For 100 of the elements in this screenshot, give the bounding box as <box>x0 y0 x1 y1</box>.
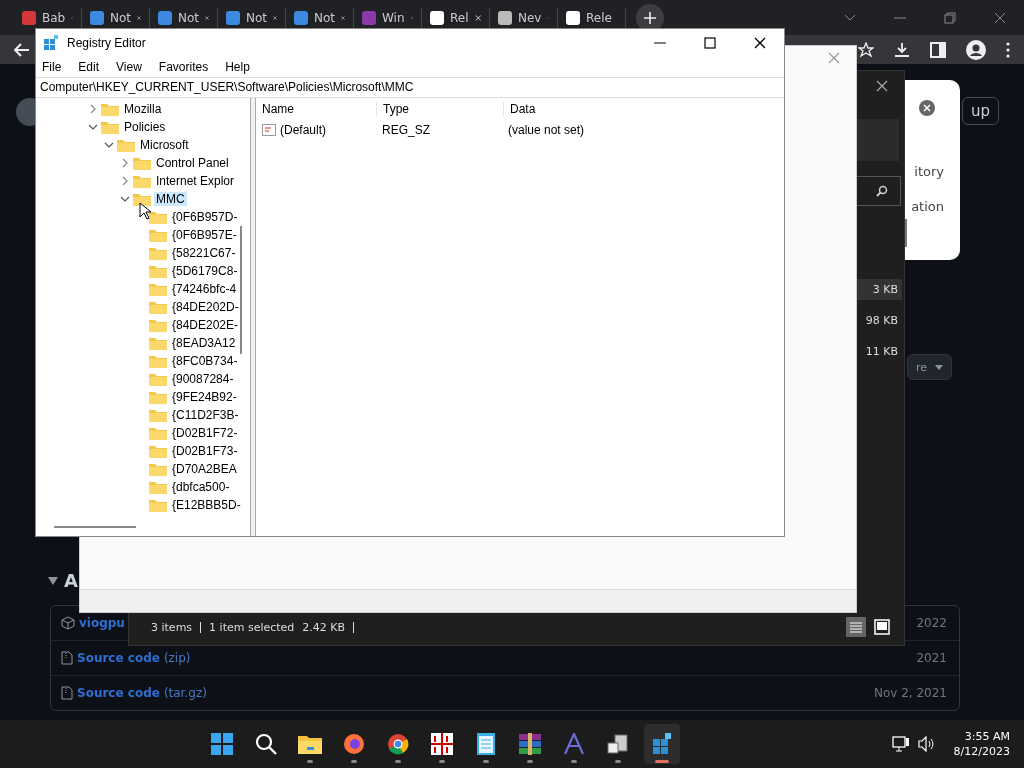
tree-item[interactable]: {0F6B957D- <box>170 210 240 224</box>
tree-item[interactable]: Internet Explor <box>154 174 237 188</box>
browser-tab[interactable]: Not <box>286 7 354 28</box>
tree-item[interactable]: {0F6B957E- <box>170 228 239 242</box>
tree-item[interactable]: {5D6179C8- <box>170 264 240 278</box>
folder-icon <box>297 734 322 754</box>
folder-icon <box>149 462 167 476</box>
status-text: 2.42 KB <box>302 620 346 634</box>
chevron-down-icon[interactable] <box>88 122 98 132</box>
caret-down-icon[interactable] <box>48 576 58 585</box>
chevron-down-icon[interactable] <box>104 140 114 150</box>
books-stack-icon <box>518 733 541 755</box>
chevron-right-icon[interactable] <box>120 176 130 186</box>
browser-tab[interactable]: Rele <box>558 7 626 28</box>
menu-dots-icon[interactable] <box>1006 41 1010 58</box>
clock-date[interactable]: 8/12/2023 <box>953 745 1010 758</box>
column-header[interactable]: Data <box>504 101 630 116</box>
browser-tab[interactable]: Bab <box>14 7 82 28</box>
clear-icon[interactable] <box>919 100 935 116</box>
dropdown-button[interactable]: re <box>907 354 953 380</box>
tree-item[interactable]: Control Panel <box>154 156 231 170</box>
browser-tab[interactable]: Rel <box>422 7 490 28</box>
browser-tab[interactable]: Nev <box>490 7 558 28</box>
back-arrow-icon[interactable] <box>14 42 30 57</box>
browser-tab[interactable]: Not <box>150 7 218 28</box>
tree-item[interactable]: {84DE202D- <box>170 300 241 314</box>
details-view-icon[interactable] <box>846 617 866 637</box>
status-text: 1 item selected <box>209 620 295 634</box>
tree-item[interactable]: {84DE202E- <box>170 318 241 332</box>
chevron-right-icon[interactable] <box>88 104 98 114</box>
letter-a-icon <box>562 733 585 755</box>
restore-icon[interactable] <box>944 11 956 24</box>
tree-item[interactable]: {D70A2BEA <box>170 462 239 476</box>
search-icon <box>254 733 277 755</box>
browser-tab[interactable]: Not <box>82 7 150 28</box>
asset-date: Nov 2, 2021 <box>873 686 947 700</box>
minimize-icon[interactable] <box>654 41 666 44</box>
folder-icon <box>149 354 167 368</box>
taskbar-app[interactable] <box>643 724 680 764</box>
folder-icon <box>149 498 167 512</box>
menu-item[interactable]: ation <box>911 199 944 214</box>
column-header[interactable]: Type <box>377 101 504 116</box>
menu-item[interactable]: Help <box>225 59 250 74</box>
address-bar[interactable]: Computer\HKEY_CURRENT_USER\Software\Policies\Microsoft\MMC <box>36 77 784 98</box>
tree-item[interactable]: {D02B1F72- <box>170 426 240 440</box>
tree-item[interactable]: {9FE24B92- <box>170 390 239 404</box>
folder-icon <box>149 228 167 242</box>
tree-item[interactable]: {D02B1F73- <box>170 444 240 458</box>
folder-icon <box>149 336 167 350</box>
tree-item[interactable]: {C11D2F3B- <box>170 408 241 422</box>
speaker-icon[interactable] <box>917 736 936 752</box>
maximize-icon[interactable] <box>704 36 716 49</box>
tree-item[interactable]: {E12BBB5D- <box>170 498 243 512</box>
profile-icon[interactable] <box>966 39 986 60</box>
preview-view-icon[interactable] <box>874 619 890 635</box>
chevron-down-icon[interactable] <box>844 13 856 22</box>
folder-icon <box>149 282 167 296</box>
browser-tab[interactable]: Not <box>218 7 286 28</box>
asset-date: 2021 <box>916 651 947 665</box>
menu-item[interactable]: View <box>116 59 142 74</box>
tree-item[interactable]: Mozilla <box>122 102 164 116</box>
scrollbar-thumb[interactable] <box>54 526 136 528</box>
folder-icon <box>133 174 151 188</box>
column-header[interactable]: Name <box>256 101 377 116</box>
favicon-icon <box>362 10 376 25</box>
star-icon[interactable] <box>858 41 874 58</box>
chrome-icon <box>386 733 409 755</box>
folder-icon <box>149 372 167 386</box>
tree-item[interactable]: {74246bfc-4 <box>170 282 239 296</box>
value-name[interactable]: (Default) <box>280 122 326 137</box>
browser-tab[interactable]: Win <box>354 7 422 28</box>
asset-link[interactable]: Source code <box>77 651 160 665</box>
tree-item[interactable]: {58221C67- <box>170 246 238 260</box>
asset-type: (zip) <box>163 651 191 665</box>
tree-item[interactable]: Policies <box>122 120 168 134</box>
menu-item[interactable]: Edit <box>78 59 100 74</box>
scrollbar-thumb[interactable] <box>240 226 242 354</box>
tree-item[interactable]: MMC <box>154 192 187 206</box>
favicon-icon <box>22 10 36 25</box>
menu-item[interactable]: itory <box>914 164 944 179</box>
download-icon[interactable] <box>894 41 910 58</box>
tree-item[interactable]: {8FC0B734- <box>170 354 240 368</box>
tree-item[interactable]: {dbfca500- <box>170 480 232 494</box>
network-icon[interactable] <box>891 736 910 752</box>
scrollbar[interactable] <box>905 219 907 247</box>
chevron-down-icon[interactable] <box>120 194 130 204</box>
folder-icon <box>149 408 167 422</box>
window-title: Registry Editor <box>67 35 146 50</box>
menu-item[interactable]: Favorites <box>158 59 209 74</box>
asset-link[interactable]: Source code <box>77 686 160 700</box>
tree-item[interactable]: {8EAD3A12 <box>170 336 238 350</box>
chevron-right-icon[interactable] <box>120 158 130 168</box>
menu-item[interactable]: File <box>42 59 62 74</box>
favicon-icon <box>226 10 240 25</box>
asset-link[interactable]: viogpu <box>79 616 125 630</box>
sidebar-icon[interactable] <box>930 41 946 58</box>
clock-time[interactable]: 3:55 AM <box>964 730 1010 743</box>
tree-item[interactable]: Microsoft <box>138 138 191 152</box>
tree-item[interactable]: {90087284- <box>170 372 236 386</box>
sign-up-button[interactable]: up <box>962 97 1000 125</box>
